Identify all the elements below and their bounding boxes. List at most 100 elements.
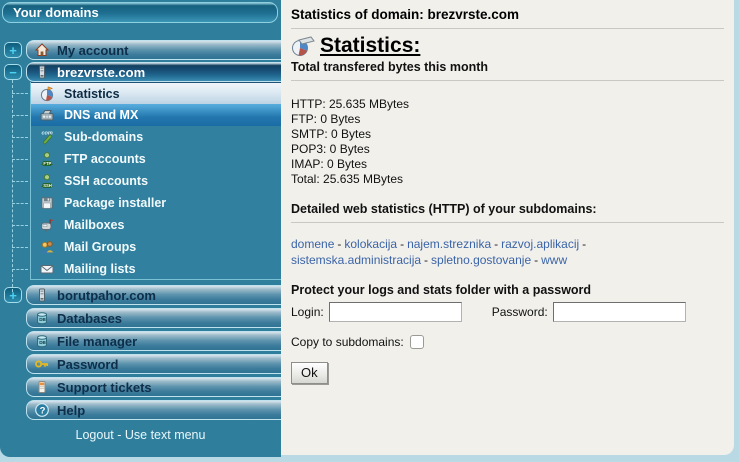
copy-to-subdomains-row: Copy to subdomains: — [291, 335, 724, 349]
stat-line-http: HTTP: 25.635 MBytes — [291, 97, 724, 112]
login-input[interactable] — [329, 302, 462, 322]
stat-line-ftp: FTP: 0 Bytes — [291, 112, 724, 127]
envelope-icon — [39, 261, 55, 277]
dns-icon — [39, 107, 55, 123]
ticket-icon — [34, 379, 50, 395]
tree-stub — [12, 181, 28, 182]
divider — [291, 80, 724, 81]
sidebar-item-support-tickets[interactable]: Support tickets — [26, 377, 281, 397]
sidebar-item-label: borutpahor.com — [57, 288, 156, 303]
sidebar-item-label: brezvrste.com — [57, 65, 145, 80]
sidebar-item-label: Mailboxes — [64, 218, 124, 232]
sidebar-item-label: SSH accounts — [64, 174, 148, 188]
ssh-account-icon: SSH — [39, 173, 55, 189]
sidebar-item-ssh-accounts[interactable]: SSH SSH accounts — [31, 170, 281, 192]
sidebar-item-ftp-accounts[interactable]: FTP FTP accounts — [31, 148, 281, 170]
sidebar: Your domains + − + My account brezvrste.… — [0, 0, 281, 457]
page-title: Statistics of domain: brezvrste.com — [291, 7, 724, 22]
tree-stub — [12, 203, 28, 204]
stat-line-pop3: POP3: 0 Bytes — [291, 142, 724, 157]
ftp-account-icon: FTP — [39, 151, 55, 167]
database-icon: DB — [34, 310, 50, 326]
tree-stub — [12, 269, 28, 270]
tree-stub — [12, 159, 28, 160]
svg-text:FTP: FTP — [43, 161, 51, 166]
tree-stub — [12, 247, 28, 248]
subdomain-link-www[interactable]: www — [541, 253, 567, 267]
sidebar-item-file-manager[interactable]: DB File manager — [26, 331, 281, 351]
collapse-brezvrste-button[interactable]: − — [4, 64, 22, 80]
sidebar-item-label: Help — [57, 403, 85, 418]
subdomain-link-domene[interactable]: domene — [291, 237, 334, 251]
help-icon: ? — [34, 402, 50, 418]
sidebar-item-sub-domains[interactable]: com Sub-domains — [31, 126, 281, 148]
file-manager-icon: DB — [34, 333, 50, 349]
logout-link[interactable]: Logout - Use text menu — [0, 428, 281, 442]
subdomain-link-kolokacija[interactable]: kolokacija — [344, 237, 397, 251]
link-separator: - — [400, 237, 404, 251]
login-label: Login: — [291, 305, 324, 319]
server-icon — [34, 287, 50, 303]
statistics-pie-icon — [39, 86, 55, 102]
link-separator: - — [534, 253, 538, 267]
sidebar-item-brezvrste[interactable]: brezvrste.com — [26, 62, 281, 82]
sidebar-item-databases[interactable]: DB Databases — [26, 308, 281, 328]
sidebar-item-my-account[interactable]: My account — [26, 40, 281, 60]
ok-button[interactable]: Ok — [291, 362, 328, 384]
sidebar-item-label: My account — [57, 43, 129, 58]
tree-stub — [12, 137, 28, 138]
sidebar-item-label: Mail Groups — [64, 240, 136, 254]
subdomain-link-sistemska-administracija[interactable]: sistemska.administracija — [291, 253, 421, 267]
sidebar-item-label: Sub-domains — [64, 130, 143, 144]
sidebar-item-package-installer[interactable]: Package installer — [31, 192, 281, 214]
mailbox-icon — [39, 217, 55, 233]
main-content: Statistics of domain: brezvrste.com Stat… — [281, 0, 734, 455]
sidebar-item-label: Password — [57, 357, 118, 372]
link-separator: - — [337, 237, 341, 251]
copy-to-subdomains-checkbox[interactable] — [410, 335, 424, 349]
sidebar-item-mailboxes[interactable]: Mailboxes — [31, 214, 281, 236]
sidebar-item-label: File manager — [57, 334, 137, 349]
sidebar-item-label: Statistics — [64, 87, 120, 101]
expand-my-account-button[interactable]: + — [4, 42, 22, 58]
link-separator: - — [582, 237, 586, 251]
svg-text:?: ? — [40, 405, 46, 416]
server-icon — [34, 64, 50, 80]
sidebar-item-mailing-lists[interactable]: Mailing lists — [31, 258, 281, 280]
sidebar-item-label: Mailing lists — [64, 262, 136, 276]
statistics-section-icon — [291, 36, 315, 57]
sidebar-item-statistics[interactable]: Statistics — [31, 82, 281, 104]
expand-borutpahor-button[interactable]: + — [4, 287, 22, 303]
svg-text:DB: DB — [39, 340, 46, 345]
svg-text:DB: DB — [39, 317, 46, 322]
subtitle: Total transfered bytes this month — [291, 60, 724, 74]
divider — [291, 28, 724, 29]
subdomain-link-spletno-gostovanje[interactable]: spletno.gostovanje — [431, 253, 531, 267]
tree-line — [12, 80, 13, 292]
sidebar-item-label: Package installer — [64, 196, 166, 210]
stat-line-smtp: SMTP: 0 Bytes — [291, 127, 724, 142]
stat-line-total: Total: 25.635 MBytes — [291, 172, 724, 187]
tree-stub — [12, 115, 28, 116]
sidebar-item-password[interactable]: Password — [26, 354, 281, 374]
divider — [291, 222, 724, 223]
subdomains-icon: com — [39, 129, 55, 145]
copy-to-subdomains-label: Copy to subdomains: — [291, 335, 404, 349]
subdomain-link-najem-streznika[interactable]: najem.streznika — [407, 237, 491, 251]
sidebar-item-help[interactable]: ? Help — [26, 400, 281, 420]
svg-text:SSH: SSH — [43, 183, 52, 188]
tree-stub — [12, 93, 28, 94]
traffic-stats: HTTP: 25.635 MBytes FTP: 0 Bytes SMTP: 0… — [291, 97, 724, 187]
password-input[interactable] — [553, 302, 686, 322]
sidebar-item-mail-groups[interactable]: Mail Groups — [31, 236, 281, 258]
subdomain-link-razvoj-aplikacij[interactable]: razvoj.aplikacij — [501, 237, 579, 251]
sidebar-item-borutpahor[interactable]: borutpahor.com — [26, 285, 281, 305]
sidebar-title-bar: Your domains — [2, 2, 278, 23]
domain-submenu: Statistics DNS and MX com Sub-domains — [30, 82, 281, 280]
link-separator: - — [424, 253, 428, 267]
home-icon — [34, 42, 50, 58]
detailed-stats-heading: Detailed web statistics (HTTP) of your s… — [291, 202, 724, 216]
sidebar-item-label: DNS and MX — [64, 108, 138, 122]
sidebar-item-dns-and-mx[interactable]: DNS and MX — [31, 104, 281, 126]
tree-stub — [12, 225, 28, 226]
